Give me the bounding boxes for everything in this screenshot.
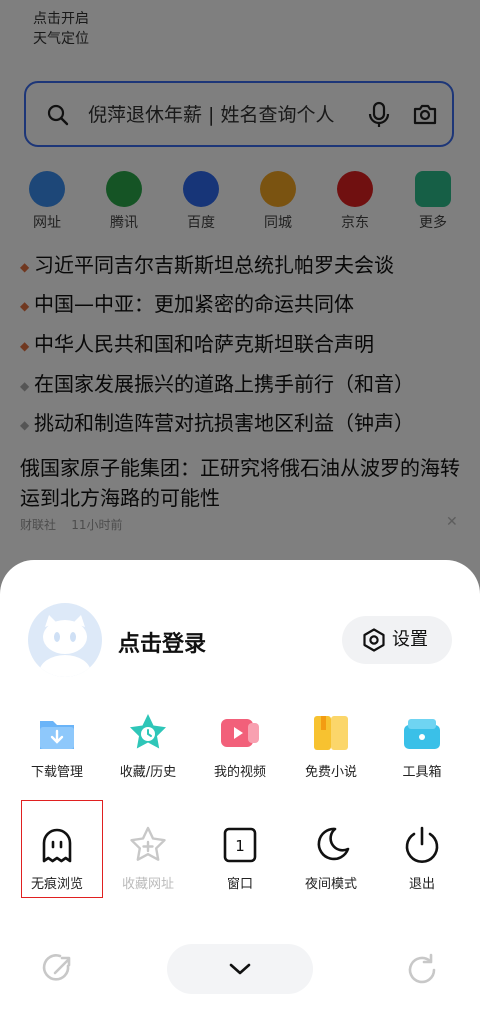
power-icon bbox=[400, 823, 444, 867]
windows-button[interactable]: 1 窗口 bbox=[195, 823, 285, 893]
share-icon[interactable] bbox=[40, 952, 76, 988]
robot-avatar-icon bbox=[39, 615, 91, 677]
grid-item-label: 收藏网址 bbox=[121, 877, 174, 892]
grid-item-label: 收藏/历史 bbox=[119, 765, 177, 780]
bookmark-url-button[interactable]: 收藏网址 bbox=[103, 823, 193, 893]
grid-item-label: 下载管理 bbox=[30, 765, 83, 780]
my-videos-button[interactable]: 我的视频 bbox=[195, 711, 285, 781]
star-plus-icon bbox=[126, 823, 170, 867]
free-novels-button[interactable]: 免费小说 bbox=[286, 711, 376, 781]
refresh-icon[interactable] bbox=[404, 952, 440, 988]
grid-item-label: 免费小说 bbox=[304, 765, 357, 780]
star-clock-icon bbox=[126, 711, 170, 755]
grid-item-label: 夜间模式 bbox=[304, 877, 357, 892]
toolbox-icon bbox=[400, 711, 444, 755]
favorites-history-button[interactable]: 收藏/历史 bbox=[103, 711, 193, 781]
download-folder-icon bbox=[35, 711, 79, 755]
login-prompt[interactable]: 点击登录 bbox=[118, 626, 206, 658]
grid-item-label: 我的视频 bbox=[213, 765, 266, 780]
highlight-box bbox=[21, 800, 103, 898]
download-manager-button[interactable]: 下载管理 bbox=[12, 711, 102, 781]
night-mode-button[interactable]: 夜间模式 bbox=[286, 823, 376, 893]
video-icon bbox=[218, 711, 262, 755]
collapse-menu-button[interactable] bbox=[167, 944, 313, 994]
window-count-icon: 1 bbox=[218, 823, 262, 867]
grid-item-label: 退出 bbox=[408, 877, 435, 892]
gear-icon bbox=[363, 628, 385, 652]
exit-button[interactable]: 退出 bbox=[377, 823, 467, 893]
svg-text:1: 1 bbox=[235, 837, 245, 855]
toolbox-button[interactable]: 工具箱 bbox=[377, 711, 467, 781]
settings-label: 设置 bbox=[392, 629, 428, 650]
grid-item-label: 窗口 bbox=[226, 877, 253, 892]
avatar[interactable] bbox=[28, 603, 102, 677]
book-icon bbox=[309, 711, 353, 755]
chevron-down-icon bbox=[229, 963, 251, 975]
settings-button[interactable]: 设置 bbox=[342, 616, 452, 664]
grid-item-label: 工具箱 bbox=[402, 765, 442, 780]
moon-icon bbox=[309, 823, 353, 867]
